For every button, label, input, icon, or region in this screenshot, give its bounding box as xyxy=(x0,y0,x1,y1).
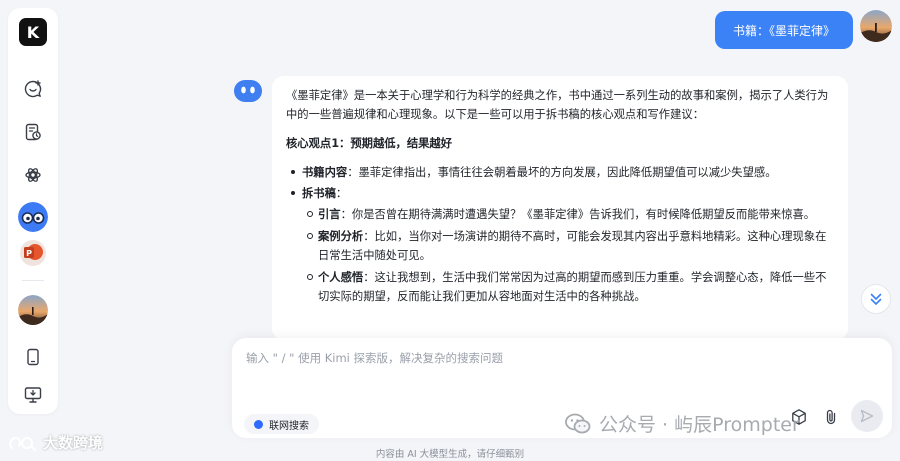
sub-item-text: ：比如，当你对一场演讲的期待不高时，可能会发现其内容出乎意料地精彩。这种心理现象… xyxy=(318,230,827,262)
sub-list: 引言：你是否曾在期待满满时遭遇失望？《墨菲定律》告诉我们，有时候降低期望反而能带… xyxy=(302,205,834,306)
apps-button[interactable] xyxy=(19,161,47,189)
double-chevron-down-icon xyxy=(870,293,882,305)
scroll-to-bottom-button[interactable] xyxy=(861,284,891,314)
web-search-toggle[interactable]: 联网搜索 xyxy=(244,414,319,434)
svg-text:P: P xyxy=(26,249,32,258)
answer-intro: 《墨菲定律》是一本关于心理学和行为科学的经典之作，书中通过一系列生动的故事和案例… xyxy=(286,89,829,121)
sub-item-label: 个人感悟 xyxy=(318,271,364,284)
kimi-bot-icon xyxy=(234,80,262,102)
avatar xyxy=(860,10,892,42)
web-search-label: 联网搜索 xyxy=(269,420,309,432)
new-chat-icon xyxy=(24,80,42,98)
list-item: 书籍内容：墨菲定律指出，事情往往会朝着最坏的方向发展，因此降低期望值可以减少失望… xyxy=(291,163,834,182)
desktop-app-button[interactable] xyxy=(19,381,47,409)
kimi-logo[interactable]: K xyxy=(19,18,47,46)
new-chat-button[interactable] xyxy=(19,75,47,103)
logo-label: K xyxy=(26,22,40,42)
attach-file-button[interactable] xyxy=(820,406,842,428)
avatar xyxy=(18,295,48,325)
user-message-text: 书籍：《墨菲定律》 xyxy=(732,23,835,38)
user-avatar xyxy=(860,10,892,42)
send-icon xyxy=(860,409,874,423)
list-item-label: 书籍内容 xyxy=(302,166,348,179)
history-button[interactable] xyxy=(19,118,47,146)
chat-input-placeholder[interactable]: 输入 " / " 使用 Kimi 探索版，解决复杂的搜索问题 xyxy=(246,350,503,366)
user-avatar-button[interactable] xyxy=(18,295,48,325)
ppt-icon: P xyxy=(20,240,46,266)
assistant-avatar xyxy=(232,75,264,107)
history-icon xyxy=(25,123,41,141)
send-button[interactable] xyxy=(851,400,883,432)
user-message-bubble: 书籍：《墨菲定律》 xyxy=(715,11,853,49)
assistant-answer: 《墨菲定律》是一本关于心理学和行为科学的经典之作，书中通过一系列生动的故事和案例… xyxy=(272,76,848,340)
sub-list-item: 引言：你是否曾在期待满满时遭遇失望？《墨菲定律》告诉我们，有时候降低期望反而能带… xyxy=(307,205,834,224)
ai-disclaimer: 内容由 AI 大模型生成，请仔细甄别 xyxy=(375,449,525,460)
answer-heading: 核心观点1：预期越低，结果越好 xyxy=(286,137,453,150)
list-item-label: 拆书稿 xyxy=(302,187,336,200)
apps-icon xyxy=(25,168,41,182)
mobile-app-button[interactable] xyxy=(19,343,47,371)
watermark-logo-icon xyxy=(9,436,36,451)
paperclip-icon xyxy=(826,409,836,425)
sub-list-item: 案例分析：比如，当你对一场演讲的期待不高时，可能会发现其内容出乎意料地精彩。这种… xyxy=(307,227,834,265)
list-item-text: ：墨菲定律指出，事情往往会朝着最坏的方向发展，因此降低期望值可以减少失望感。 xyxy=(347,166,777,179)
watermark-right-text: 公众号 · 屿辰Prompter xyxy=(599,414,800,436)
web-search-indicator xyxy=(254,419,263,429)
sub-item-label: 案例分析 xyxy=(318,230,364,243)
watermark-left-text: 大数跨境 xyxy=(43,434,104,452)
phone-icon xyxy=(27,348,39,366)
sub-item-label: 引言 xyxy=(318,208,341,221)
sub-item-text: ：这让我想到，生活中我们常常因为过高的期望而感到压力重重。学会调整心态，降低一些… xyxy=(318,271,827,303)
answer-list: 书籍内容：墨菲定律指出，事情往往会朝着最坏的方向发展，因此降低期望值可以减少失望… xyxy=(286,163,834,306)
wechat-icon xyxy=(565,413,591,433)
desktop-icon xyxy=(24,387,42,403)
glasses-avatar xyxy=(18,202,48,232)
glasses-agent-button[interactable] xyxy=(18,202,48,232)
ppt-agent-button[interactable]: P xyxy=(18,238,48,268)
watermark-right: 公众号 · 屿辰Prompter xyxy=(565,410,800,437)
sub-item-text: ：你是否曾在期待满满时遭遇失望？《墨菲定律》告诉我们，有时候降低期望反而能带来惊… xyxy=(340,208,816,221)
watermark-left: 大数跨境 xyxy=(8,432,103,453)
list-item: 拆书稿： 引言：你是否曾在期待满满时遭遇失望？《墨菲定律》告诉我们，有时候降低期… xyxy=(291,184,834,306)
sidebar-divider xyxy=(22,280,44,281)
list-item-text: ： xyxy=(335,187,348,200)
sidebar: K P xyxy=(8,8,58,414)
sub-list-item: 个人感悟：这让我想到，生活中我们常常因为过高的期望而感到压力重重。学会调整心态，… xyxy=(307,268,834,306)
